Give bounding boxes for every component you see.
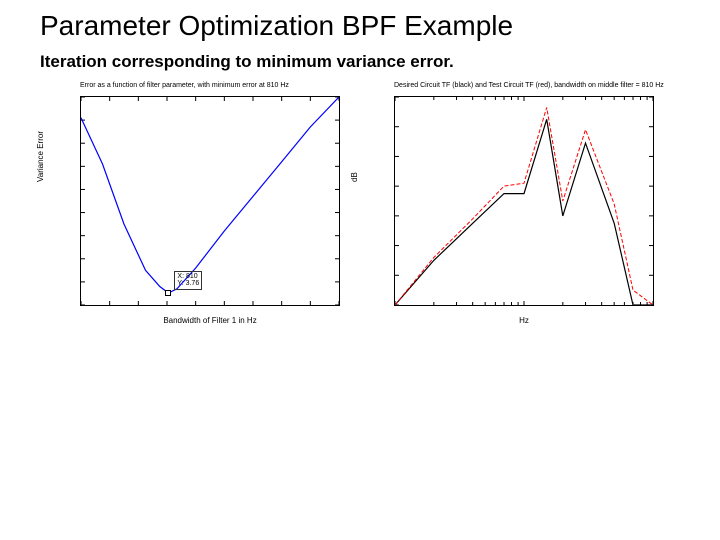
left-chart-title: Error as a function of filter parameter,… [80,82,348,89]
datatip-y: Y: 3.76 [177,280,199,287]
right-xlabel: Hz [394,316,654,325]
left-plot-area: 3.544.555.566.577.58 2004006008001000120… [80,96,340,306]
left-xlabel: Bandwidth of Filter 1 in Hz [80,316,340,325]
datatip-marker [165,290,171,296]
right-plot-area: -2024681012 10²10³10⁴ [394,96,654,306]
charts-row: Error as a function of filter parameter,… [40,82,680,342]
left-ylabel: Variance Error [36,131,45,182]
slide: Parameter Optimization BPF Example Itera… [0,0,720,540]
subtitle: Iteration corresponding to minimum varia… [40,52,680,72]
left-series-line [81,97,339,293]
right-chart: Desired Circuit TF (black) and Test Circ… [354,82,664,342]
left-chart-svg: 3.544.555.566.577.58 2004006008001000120… [81,97,339,305]
right-series-desired [395,119,653,305]
right-chart-title: Desired Circuit TF (black) and Test Circ… [394,82,662,89]
datatip-x: X: 810 [177,273,199,280]
page-title: Parameter Optimization BPF Example [40,10,680,42]
right-series-test [395,107,653,305]
datatip: X: 810 Y: 3.76 [174,271,202,290]
left-chart: Error as a function of filter parameter,… [40,82,350,342]
right-ylabel: dB [350,172,359,182]
right-chart-svg: -2024681012 10²10³10⁴ [395,97,653,305]
